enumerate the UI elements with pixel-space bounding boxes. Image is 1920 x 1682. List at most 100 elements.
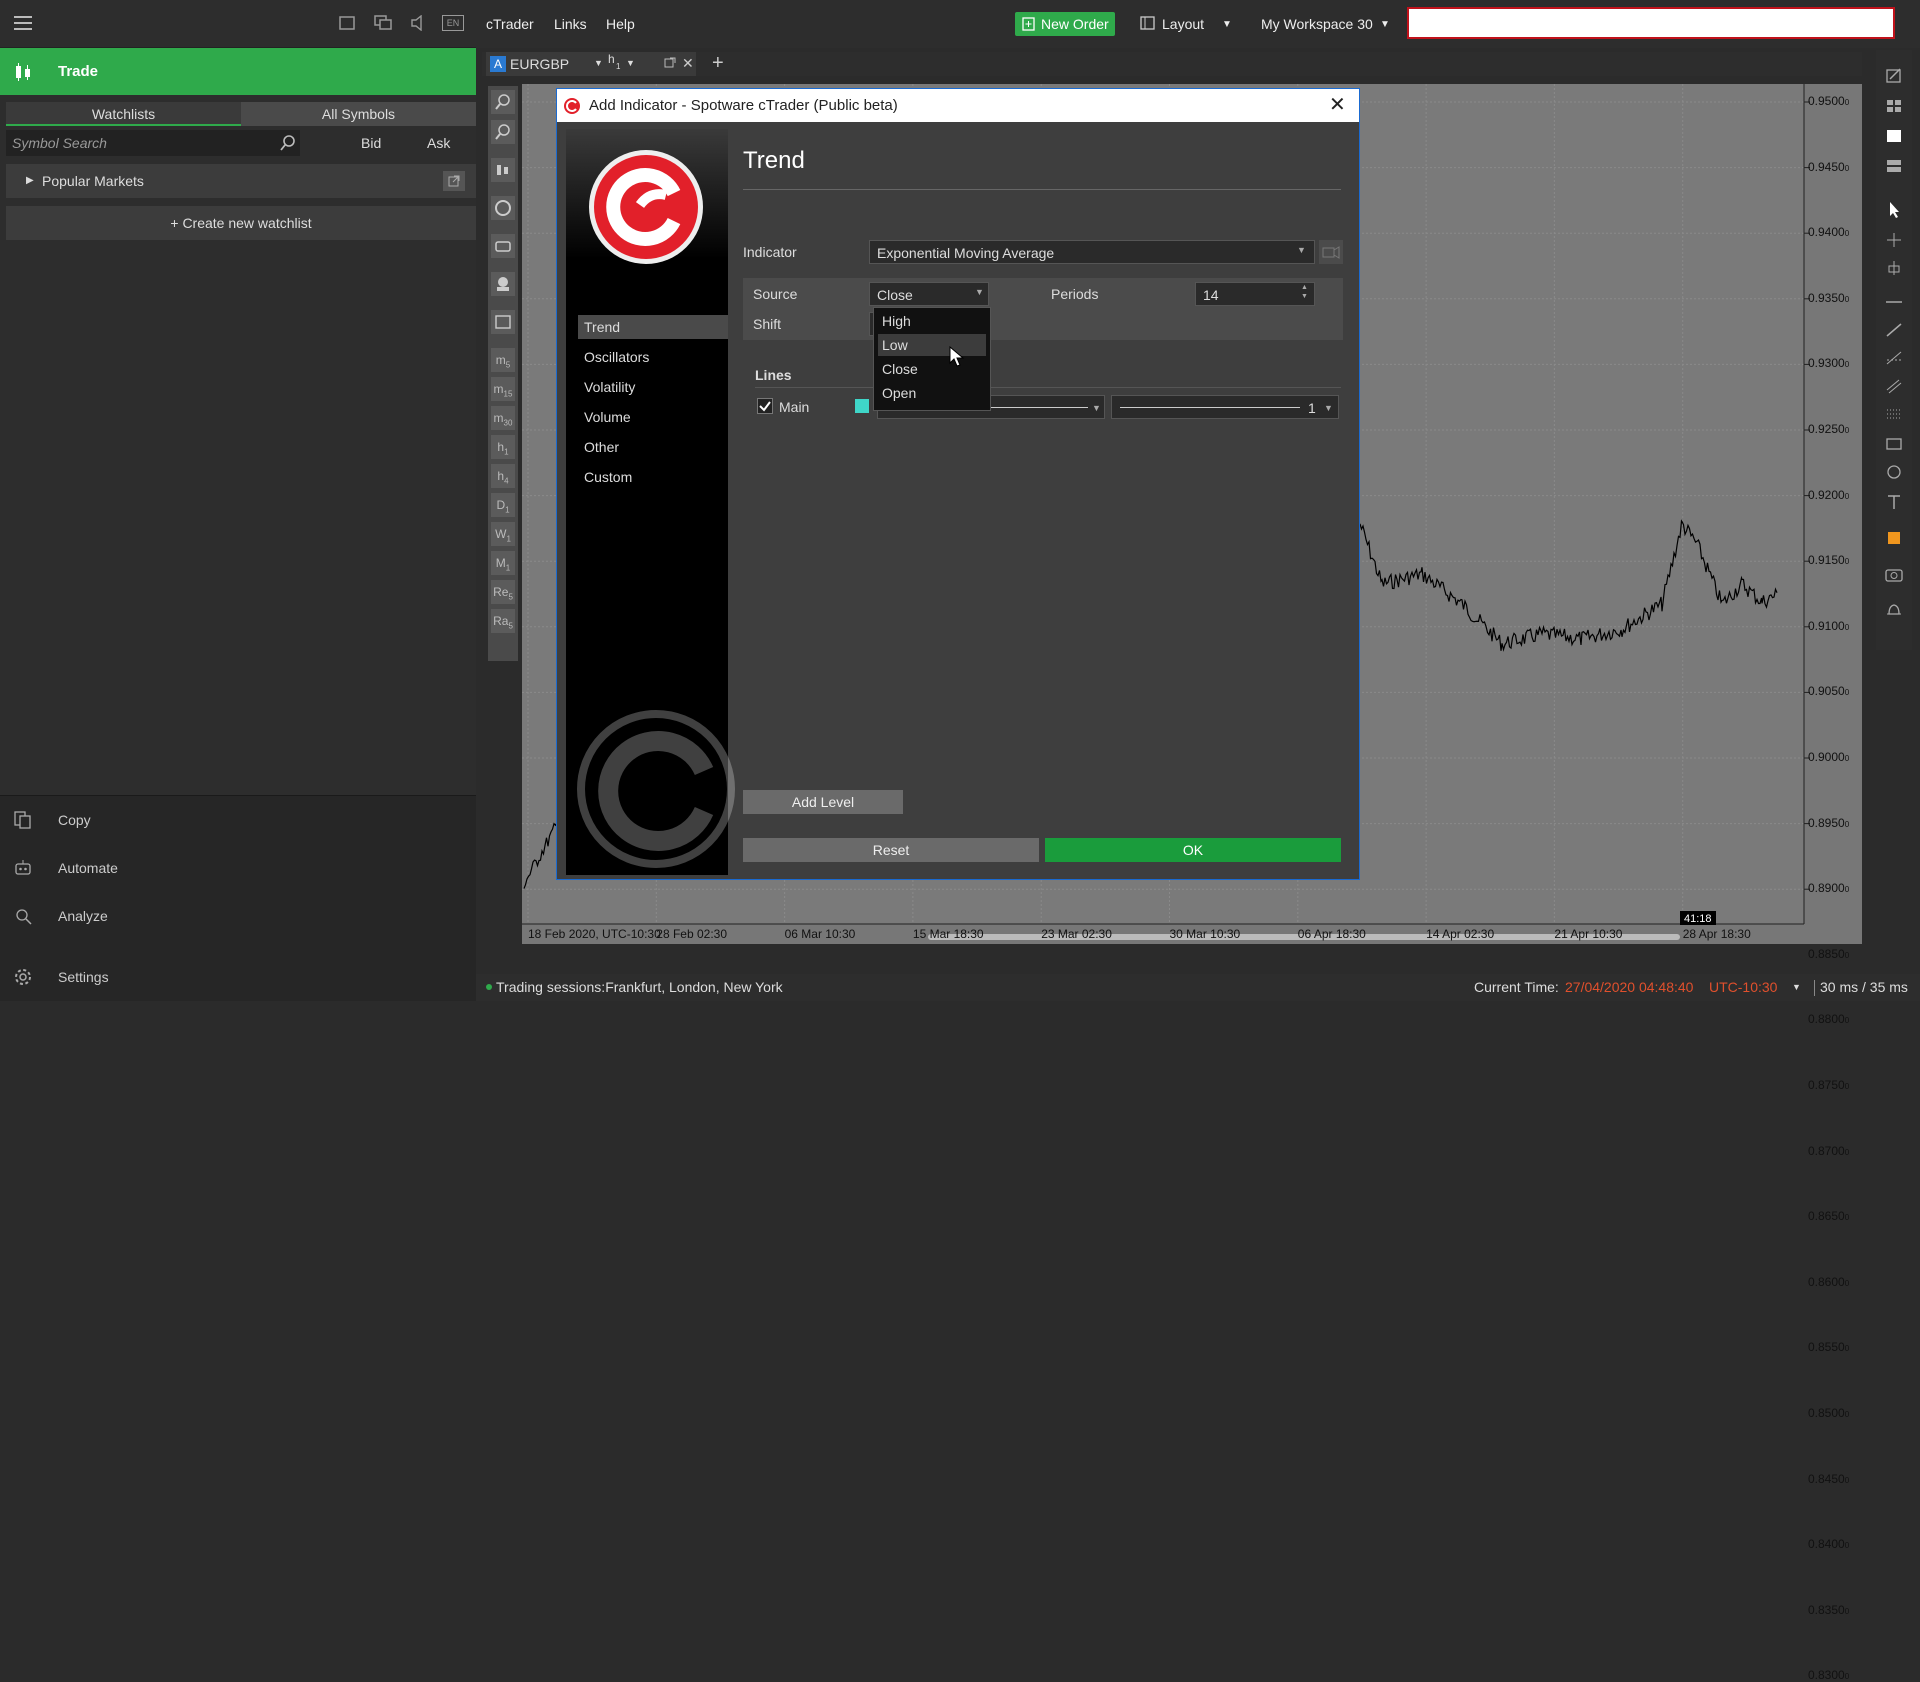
workspace-dropdown-icon[interactable]: ▼ [1380, 19, 1390, 30]
timeframe-button[interactable]: m5 [491, 348, 515, 372]
menu-ctrader[interactable]: cTrader [486, 16, 534, 32]
nav-copy[interactable]: Copy [0, 800, 476, 840]
reset-button[interactable]: Reset [743, 838, 1039, 862]
close-tab-icon[interactable]: ✕ [682, 55, 694, 72]
color-swatch-icon[interactable] [1882, 526, 1906, 550]
timeframe-button[interactable]: M1 [491, 551, 515, 575]
trader-icon[interactable] [491, 272, 515, 296]
workspace-selector[interactable]: My Workspace 30 [1261, 16, 1373, 32]
camera-icon[interactable] [1882, 562, 1906, 586]
timeframe-button[interactable]: D1 [491, 493, 515, 517]
timeframe-button[interactable]: m15 [491, 377, 515, 401]
highlighted-input[interactable] [1407, 7, 1895, 39]
pattern-icon[interactable] [1882, 402, 1906, 426]
timeframe-button[interactable]: Re5 [491, 580, 515, 604]
chart-symbol[interactable]: EURGBP [510, 56, 569, 72]
measure-icon[interactable] [1882, 256, 1906, 280]
add-level-button[interactable]: Add Level [743, 790, 903, 814]
layout-dropdown-icon[interactable]: ▼ [1222, 19, 1232, 30]
search-icon[interactable] [280, 135, 296, 151]
timeframe-button[interactable]: h4 [491, 464, 515, 488]
cursor-icon[interactable] [1882, 198, 1906, 222]
single-layout-icon[interactable] [1882, 124, 1906, 148]
menu-links[interactable]: Links [554, 16, 587, 32]
video-help-icon[interactable] [1319, 240, 1343, 264]
bid-header[interactable]: Bid [361, 135, 381, 151]
menu-help[interactable]: Help [606, 16, 635, 32]
category-volatility[interactable]: Volatility [578, 375, 728, 399]
timezone-value[interactable]: UTC-10:30 [1709, 974, 1777, 1001]
source-option-open[interactable]: Open [878, 382, 986, 404]
nav-analyze[interactable]: Analyze [0, 896, 476, 936]
language-badge[interactable]: EN [442, 15, 464, 31]
main-line-checkbox[interactable] [757, 398, 773, 414]
ellipse-icon[interactable] [1882, 460, 1906, 484]
periods-stepper[interactable]: 14 [1195, 282, 1315, 306]
source-option-close[interactable]: Close [878, 358, 986, 380]
close-icon[interactable]: ✕ [1329, 89, 1346, 122]
source-option-high[interactable]: High [878, 310, 986, 332]
chart-tab-eurgbp[interactable]: A EURGBP ▼ h 1 ▼ ✕ [486, 52, 696, 76]
zoom-in-icon[interactable] [491, 90, 515, 114]
source-option-low[interactable]: Low [878, 334, 986, 356]
thickness-dropdown-icon[interactable]: ▼ [1324, 396, 1333, 420]
create-watchlist-button[interactable]: + Create new watchlist [6, 206, 476, 240]
zoom-out-icon[interactable] [491, 120, 515, 144]
trendline-icon[interactable] [1882, 318, 1906, 342]
expand-triangle-icon[interactable]: ▶ [26, 164, 34, 198]
horizontal-line-icon[interactable] [1882, 290, 1906, 314]
new-order-button[interactable]: New Order [1015, 12, 1115, 36]
source-dropdown-icon[interactable]: ▼ [975, 287, 984, 297]
popout-icon[interactable] [443, 171, 465, 191]
timeframe-main[interactable]: h [608, 52, 615, 66]
category-oscillators[interactable]: Oscillators [578, 345, 728, 369]
sound-icon[interactable] [410, 15, 428, 31]
timeframe-button[interactable]: Ra5 [491, 609, 515, 633]
timeframe-button[interactable]: W1 [491, 522, 515, 546]
split-layout-icon[interactable] [1882, 154, 1906, 178]
add-tab-icon[interactable]: + [712, 52, 724, 75]
crosshair-icon[interactable] [1882, 228, 1906, 252]
chart-type-icon[interactable] [491, 158, 515, 182]
text-icon[interactable] [1882, 490, 1906, 514]
windows-icon[interactable] [374, 15, 392, 31]
category-volume[interactable]: Volume [578, 405, 728, 429]
timeframe-button[interactable]: h1 [491, 435, 515, 459]
indicator-select[interactable]: Exponential Moving Average [869, 240, 1315, 264]
timeframe-dropdown-icon[interactable]: ▼ [626, 58, 635, 68]
nav-settings[interactable]: Settings [0, 957, 476, 997]
nav-automate[interactable]: Automate [0, 848, 476, 888]
indicator-dropdown-icon[interactable]: ▼ [1297, 245, 1306, 255]
ask-header[interactable]: Ask [427, 135, 450, 151]
category-trend[interactable]: Trend [578, 315, 728, 339]
line-thickness-select[interactable]: 1 ▼ [1111, 395, 1339, 419]
ok-button[interactable]: OK [1045, 838, 1341, 862]
fullscreen-icon[interactable] [338, 15, 356, 31]
channel-icon[interactable] [1882, 374, 1906, 398]
line-color-swatch[interactable] [855, 399, 869, 413]
line-style-dropdown-icon[interactable]: ▼ [1092, 396, 1101, 420]
robot-tool-icon[interactable] [491, 234, 515, 258]
settings-tool-icon[interactable] [491, 310, 515, 334]
rectangle-icon[interactable] [1882, 432, 1906, 456]
parameters-panel: Source Close ▼ Periods 14 ▲▼ Shift ▲▼ [743, 278, 1343, 340]
tab-watchlists[interactable]: Watchlists [6, 102, 241, 126]
fibonacci-icon[interactable] [1882, 346, 1906, 370]
category-custom[interactable]: Custom [578, 465, 728, 489]
bell-icon[interactable] [1882, 598, 1906, 622]
hamburger-menu-icon[interactable] [14, 15, 32, 31]
tab-all-symbols[interactable]: All Symbols [241, 102, 476, 126]
cbot-icon[interactable] [491, 196, 515, 220]
symbol-dropdown-icon[interactable]: ▼ [594, 58, 603, 68]
detach-icon[interactable] [664, 56, 676, 70]
popular-markets-group[interactable]: ▶ Popular Markets [6, 164, 476, 198]
layout-button[interactable]: Layout [1162, 16, 1204, 32]
periods-spinner-icon[interactable]: ▲ ▼ [1301, 283, 1308, 301]
symbol-search-input[interactable]: Symbol Search [6, 130, 300, 156]
timeframe-button[interactable]: m30 [491, 406, 515, 430]
timezone-dropdown-icon[interactable]: ▼ [1792, 974, 1801, 1001]
grid-layout-icon[interactable] [1882, 94, 1906, 118]
source-select[interactable]: Close [869, 282, 989, 306]
category-other[interactable]: Other [578, 435, 728, 459]
trade-section-header[interactable]: Trade [0, 48, 476, 95]
